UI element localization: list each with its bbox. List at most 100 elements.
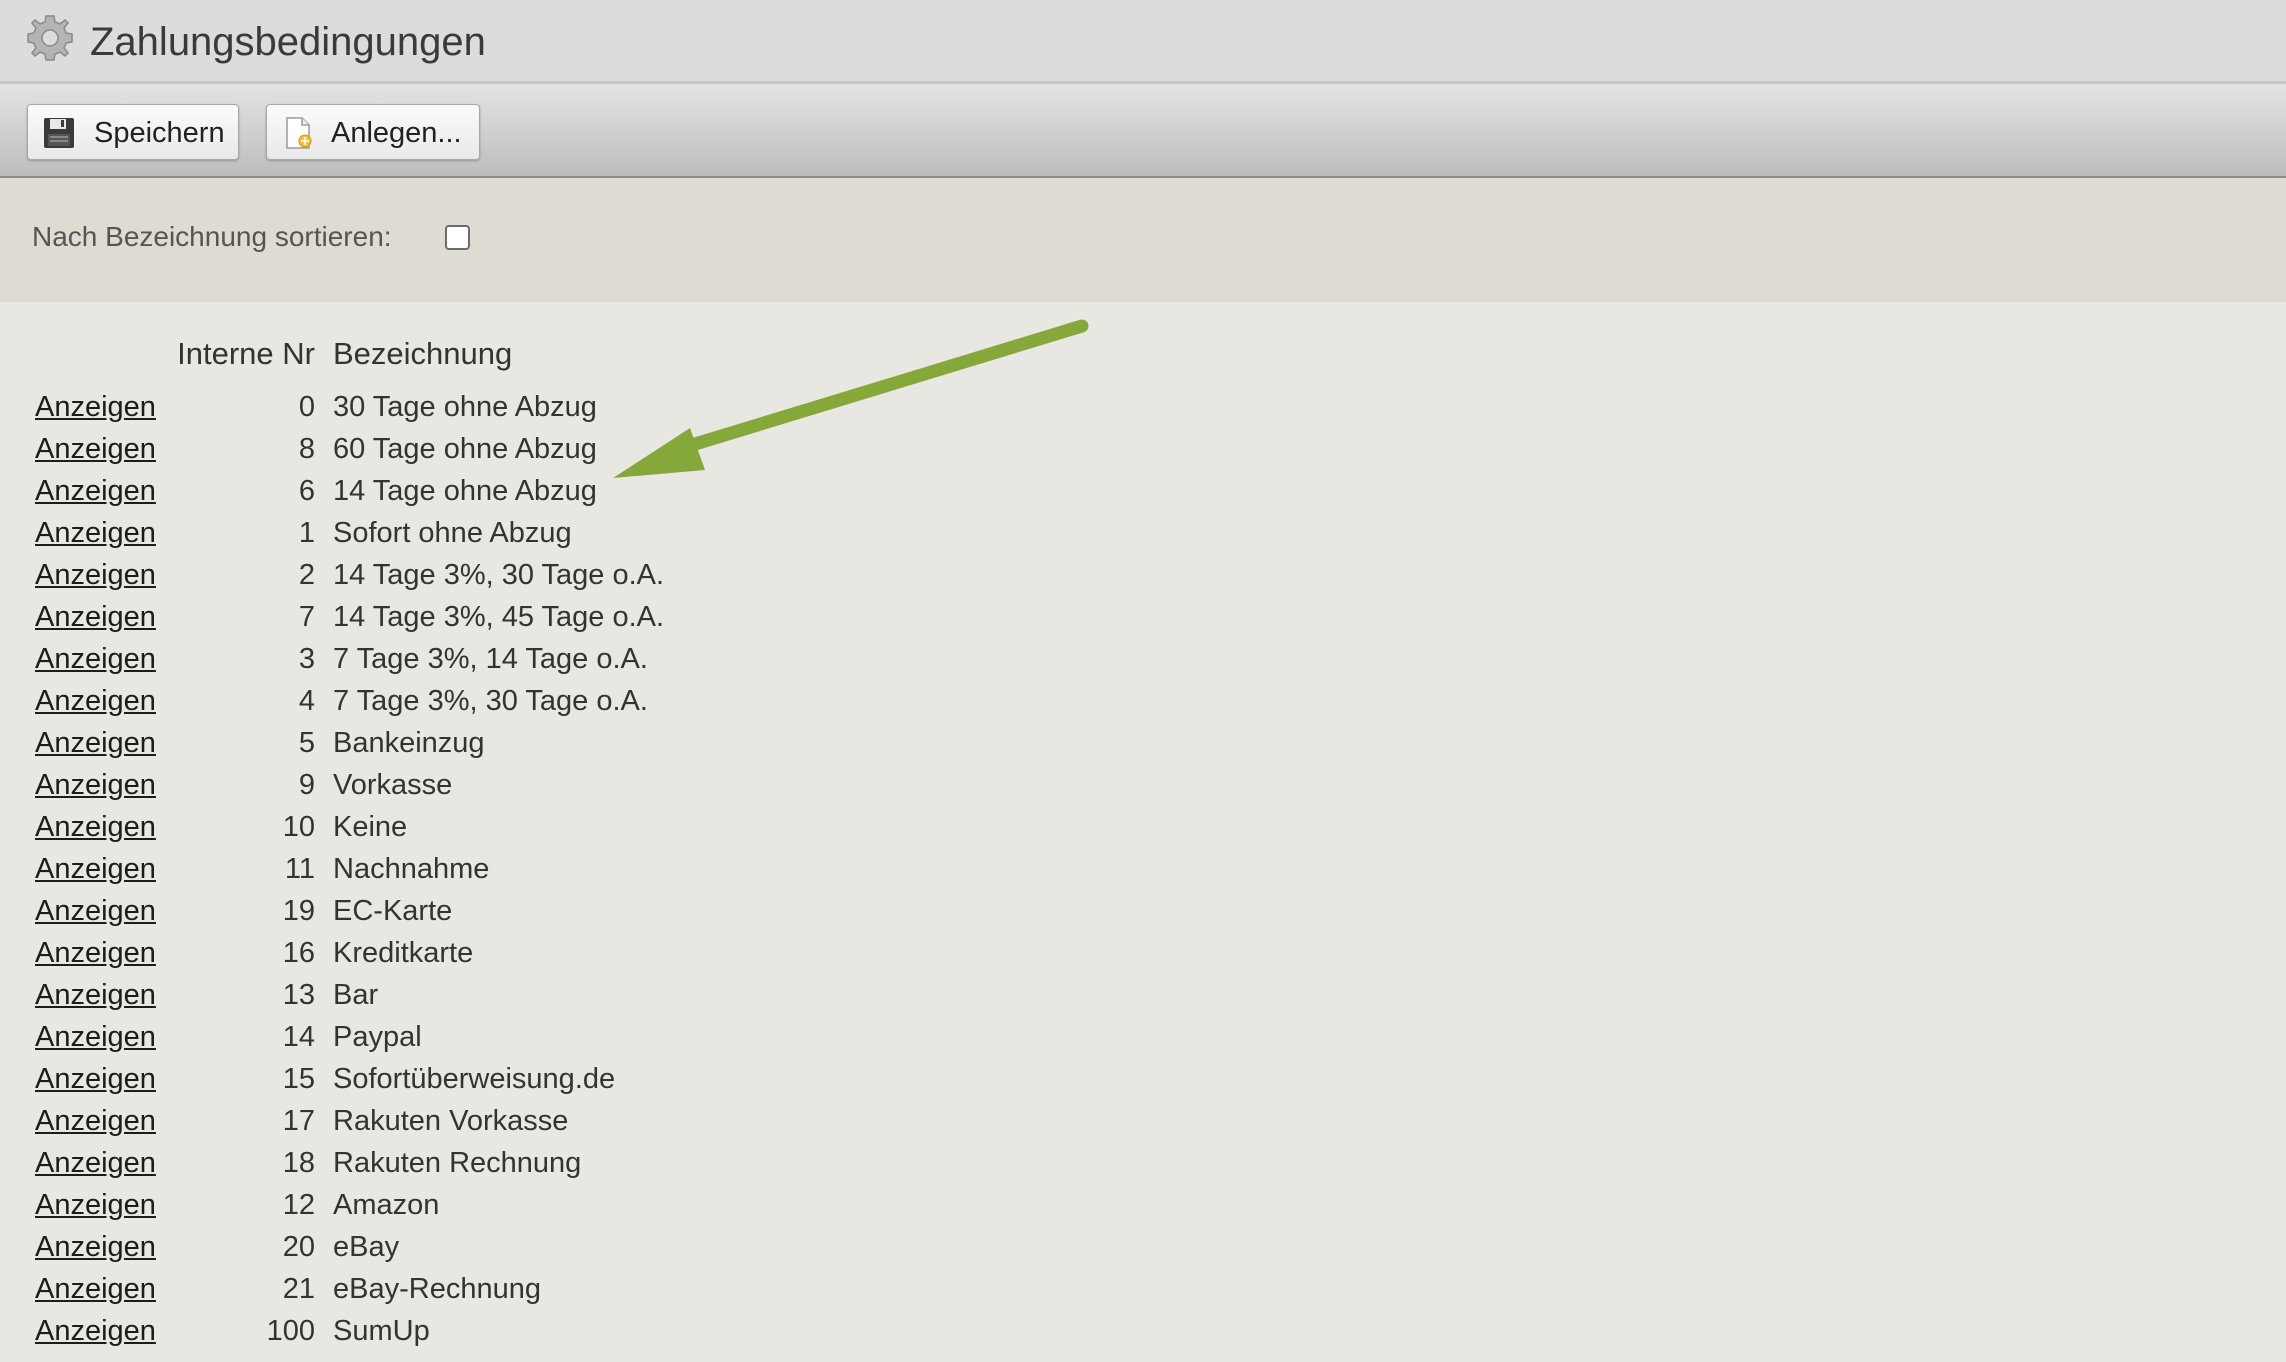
show-link[interactable]: Anzeigen: [35, 1312, 156, 1350]
column-header-designation: Bezeichnung: [333, 336, 513, 371]
internal-nr-cell: 5: [298, 727, 315, 759]
internal-nr-cell: 14: [282, 1021, 315, 1053]
show-link[interactable]: Anzeigen: [35, 640, 156, 678]
table-row: Anzeigen 11 Nachnahme: [0, 848, 900, 890]
designation-cell: Vorkasse: [333, 769, 453, 801]
table-row: Anzeigen 14 Paypal: [0, 1016, 900, 1058]
show-link[interactable]: Anzeigen: [35, 850, 156, 888]
show-link[interactable]: Anzeigen: [35, 766, 156, 804]
internal-nr-cell: 19: [282, 895, 315, 927]
show-link[interactable]: Anzeigen: [35, 1228, 156, 1266]
create-button[interactable]: Anlegen...: [266, 104, 480, 160]
table-row: Anzeigen 8 60 Tage ohne Abzug: [0, 428, 900, 470]
designation-cell: Kreditkarte: [333, 937, 474, 969]
designation-cell: Sofort ohne Abzug: [333, 517, 572, 549]
show-link[interactable]: Anzeigen: [35, 1018, 156, 1056]
designation-cell: 14 Tage ohne Abzug: [333, 475, 597, 507]
designation-cell: Bar: [333, 979, 379, 1011]
designation-cell: 7 Tage 3%, 14 Tage o.A.: [333, 643, 648, 675]
table-row: Anzeigen 2 14 Tage 3%, 30 Tage o.A.: [0, 554, 900, 596]
table-row: Anzeigen 100 SumUp: [0, 1310, 900, 1352]
designation-cell: Bankeinzug: [333, 727, 485, 759]
show-link[interactable]: Anzeigen: [35, 682, 156, 720]
internal-nr-cell: 21: [282, 1273, 315, 1305]
show-link[interactable]: Anzeigen: [35, 724, 156, 762]
table-row: Anzeigen 10 Keine: [0, 806, 900, 848]
table-row: Anzeigen 4 7 Tage 3%, 30 Tage o.A.: [0, 680, 900, 722]
designation-cell: Amazon: [333, 1189, 440, 1221]
designation-cell: Sofortüberweisung.de: [333, 1063, 616, 1095]
designation-cell: Rakuten Rechnung: [333, 1147, 582, 1179]
save-button[interactable]: Speichern: [27, 104, 239, 160]
toolbar: Speichern Anlegen...: [0, 84, 2286, 178]
table-row: Anzeigen 7 14 Tage 3%, 45 Tage o.A.: [0, 596, 900, 638]
show-link[interactable]: Anzeigen: [35, 556, 156, 594]
show-link[interactable]: Anzeigen: [35, 934, 156, 972]
table-row: Anzeigen 9 Vorkasse: [0, 764, 900, 806]
show-link[interactable]: Anzeigen: [35, 1270, 156, 1308]
floppy-disk-icon: [44, 118, 74, 148]
table-row: Anzeigen 5 Bankeinzug: [0, 722, 900, 764]
sort-by-name-checkbox[interactable]: [445, 225, 470, 250]
designation-cell: Paypal: [333, 1021, 422, 1053]
table-row: Anzeigen 6 14 Tage ohne Abzug: [0, 470, 900, 512]
designation-cell: Keine: [333, 811, 408, 843]
designation-cell: 60 Tage ohne Abzug: [333, 433, 597, 465]
show-link[interactable]: Anzeigen: [35, 1144, 156, 1182]
internal-nr-cell: 18: [282, 1147, 315, 1179]
internal-nr-cell: 11: [284, 853, 315, 885]
internal-nr-cell: 7: [298, 601, 315, 633]
table-row: Anzeigen 16 Kreditkarte: [0, 932, 900, 974]
internal-nr-cell: 2: [298, 559, 315, 591]
internal-nr-cell: 10: [282, 811, 315, 843]
save-button-label: Speichern: [94, 117, 225, 149]
create-button-label: Anlegen...: [331, 117, 462, 149]
designation-cell: Rakuten Vorkasse: [333, 1105, 569, 1137]
show-link[interactable]: Anzeigen: [35, 430, 156, 468]
internal-nr-cell: 8: [298, 433, 315, 465]
table-row: Anzeigen 21 eBay-Rechnung: [0, 1268, 900, 1310]
internal-nr-cell: 13: [282, 979, 315, 1011]
show-link[interactable]: Anzeigen: [35, 388, 156, 426]
internal-nr-cell: 20: [282, 1231, 315, 1263]
table-row: Anzeigen 17 Rakuten Vorkasse: [0, 1100, 900, 1142]
gear-icon: [27, 15, 73, 61]
payment-terms-table: Interne Nr Bezeichnung Anzeigen 0 30 Tag…: [0, 302, 2286, 1362]
show-link[interactable]: Anzeigen: [35, 472, 156, 510]
designation-cell: eBay-Rechnung: [333, 1273, 541, 1305]
show-link[interactable]: Anzeigen: [35, 1060, 156, 1098]
designation-cell: 14 Tage 3%, 45 Tage o.A.: [333, 601, 665, 633]
designation-cell: eBay: [333, 1231, 400, 1263]
table-row: Anzeigen 18 Rakuten Rechnung: [0, 1142, 900, 1184]
show-link[interactable]: Anzeigen: [35, 514, 156, 552]
designation-cell: Nachnahme: [333, 853, 490, 885]
show-link[interactable]: Anzeigen: [35, 976, 156, 1014]
internal-nr-cell: 6: [298, 475, 315, 507]
page-title: Zahlungsbedingungen: [90, 20, 486, 64]
show-link[interactable]: Anzeigen: [35, 808, 156, 846]
show-link[interactable]: Anzeigen: [35, 1186, 156, 1224]
table-row: Anzeigen 19 EC-Karte: [0, 890, 900, 932]
sort-by-name-label: Nach Bezeichnung sortieren:: [32, 221, 392, 252]
internal-nr-cell: 1: [298, 517, 315, 549]
internal-nr-cell: 12: [282, 1189, 315, 1221]
show-link[interactable]: Anzeigen: [35, 1102, 156, 1140]
internal-nr-cell: 17: [282, 1105, 315, 1137]
table-row: Anzeigen 13 Bar: [0, 974, 900, 1016]
table-row: Anzeigen 1 Sofort ohne Abzug: [0, 512, 900, 554]
title-bar: Zahlungsbedingungen: [0, 0, 2286, 84]
new-document-icon: [286, 117, 312, 149]
table-row: Anzeigen 12 Amazon: [0, 1184, 900, 1226]
internal-nr-cell: 15: [282, 1063, 315, 1095]
table-row: Anzeigen 0 30 Tage ohne Abzug: [0, 386, 900, 428]
designation-cell: 14 Tage 3%, 30 Tage o.A.: [333, 559, 665, 591]
filter-bar: Nach Bezeichnung sortieren:: [0, 178, 2286, 302]
internal-nr-cell: 4: [298, 685, 315, 717]
internal-nr-cell: 9: [298, 769, 315, 801]
column-header-internal-nr: Interne Nr: [177, 336, 315, 371]
designation-cell: 7 Tage 3%, 30 Tage o.A.: [333, 685, 648, 717]
show-link[interactable]: Anzeigen: [35, 598, 156, 636]
designation-cell: 30 Tage ohne Abzug: [333, 391, 597, 423]
table-row: Anzeigen 20 eBay: [0, 1226, 900, 1268]
show-link[interactable]: Anzeigen: [35, 892, 156, 930]
